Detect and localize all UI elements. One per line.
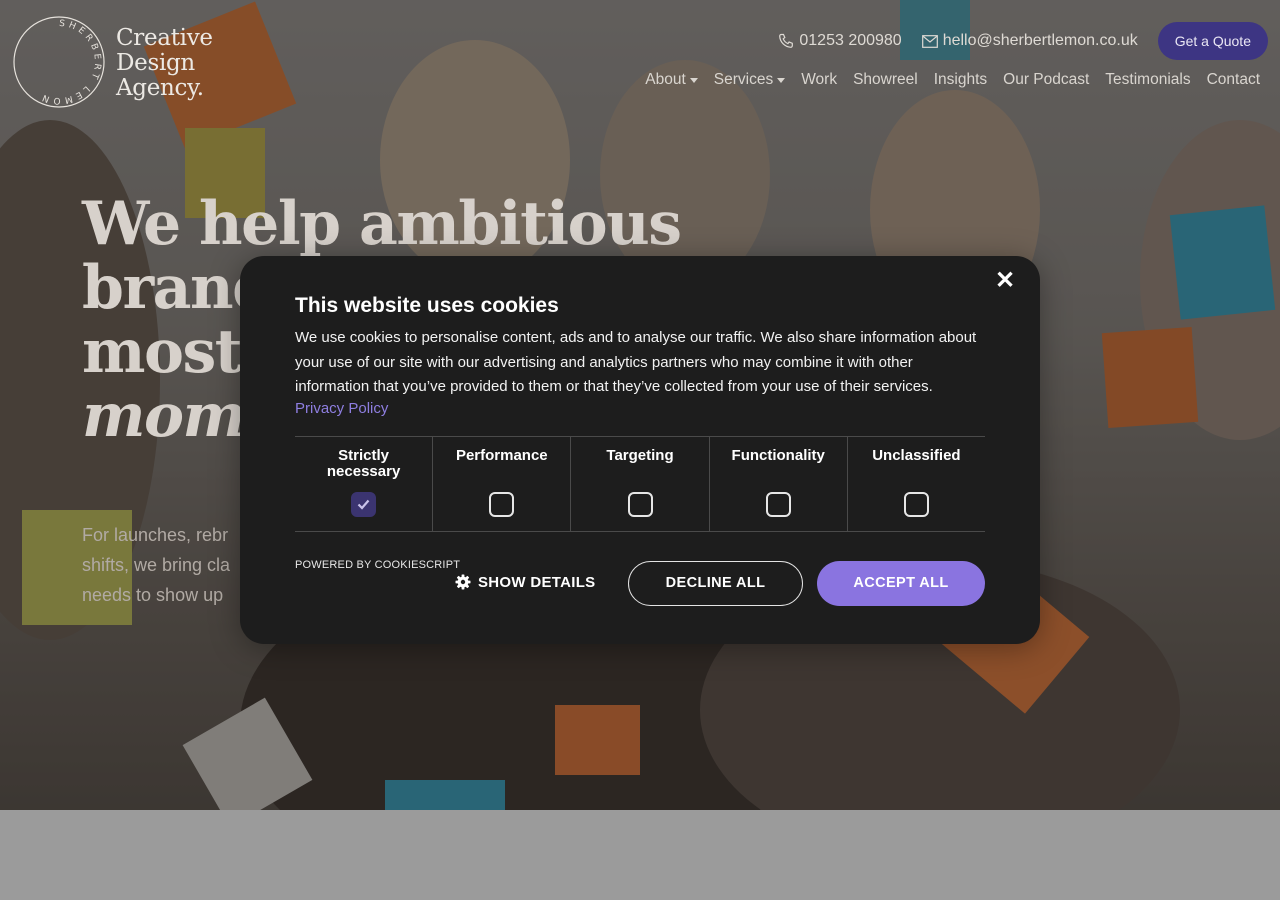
cookie-categories: Strictly necessary Performance Targeting…	[295, 435, 985, 532]
caret-down-icon	[689, 77, 698, 83]
category-unclassified: Unclassified	[846, 436, 985, 531]
category-label: Targeting	[606, 446, 674, 464]
nav-item-about[interactable]: About	[645, 71, 698, 89]
functionality-checkbox[interactable]	[765, 491, 791, 517]
nav-item-insights[interactable]: Insights	[934, 71, 987, 89]
nav-item-services[interactable]: Services	[713, 71, 786, 89]
phone-number: 01253 200980	[799, 32, 902, 49]
get-a-quote-button[interactable]: Get a Quote	[1157, 22, 1268, 60]
phone-link[interactable]: 01253 200980	[778, 32, 902, 50]
headline-line: We help ambitious	[82, 189, 682, 259]
decline-all-button[interactable]: DECLINE ALL	[628, 560, 803, 606]
category-strictly-necessary: Strictly necessary	[295, 437, 432, 531]
envelope-icon	[921, 34, 938, 48]
next-section	[0, 810, 1280, 900]
category-label: Strictly necessary	[326, 446, 401, 480]
checkmark-icon	[357, 499, 370, 510]
cookie-description: We use cookies to personalise content, a…	[295, 329, 977, 396]
logo-line: Design	[116, 50, 195, 76]
email-link[interactable]: hello@sherbertlemon.co.uk	[921, 32, 1138, 50]
nav-item-contact[interactable]: Contact	[1207, 71, 1260, 89]
email-address: hello@sherbertlemon.co.uk	[942, 32, 1138, 49]
logo-line: Agency.	[116, 75, 204, 101]
powered-by-cookiescript[interactable]: POWERED BY COOKIESCRIPT	[295, 559, 460, 571]
show-details-button[interactable]: SHOW DETAILS	[455, 574, 595, 591]
category-label: Unclassified	[872, 446, 961, 464]
category-performance: Performance	[432, 436, 570, 531]
category-label: Functionality	[731, 446, 825, 464]
performance-checkbox[interactable]	[489, 491, 515, 517]
nav-item-label: Services	[713, 71, 774, 88]
caret-down-icon	[777, 77, 786, 83]
close-button[interactable]: ✕	[992, 268, 1018, 294]
show-details-label: SHOW DETAILS	[478, 573, 596, 591]
category-functionality: Functionality	[708, 436, 847, 531]
sherbert-lemon-logo[interactable]: SHERBERT LEMON	[12, 16, 106, 108]
phone-icon	[779, 33, 794, 48]
cookie-actions: POWERED BY COOKIESCRIPT SHOW DETAILS DEC…	[295, 532, 985, 622]
unclassified-checkbox[interactable]	[903, 491, 929, 517]
logo-wordmark[interactable]: Creative Design Agency.	[116, 26, 213, 101]
logo-line: Creative	[116, 25, 213, 51]
cookie-title: This website uses cookies	[295, 294, 559, 317]
strictly-necessary-checkbox[interactable]	[351, 491, 377, 517]
targeting-checkbox[interactable]	[627, 491, 653, 517]
category-targeting: Targeting	[570, 436, 708, 531]
accept-all-button[interactable]: ACCEPT ALL	[817, 560, 985, 606]
gear-icon	[455, 574, 471, 590]
nav-item-showreel[interactable]: Showreel	[853, 71, 918, 89]
nav-item-work[interactable]: Work	[801, 71, 837, 89]
nav-item-label: About	[645, 71, 686, 88]
main-nav: About Services Work Showreel Insights Ou…	[645, 71, 1260, 89]
privacy-policy-link[interactable]: Privacy Policy	[295, 400, 388, 417]
category-label: Performance	[455, 446, 548, 464]
nav-item-testimonials[interactable]: Testimonials	[1105, 71, 1190, 89]
cookie-consent-dialog: ✕ This website uses cookies We use cooki…	[240, 256, 1040, 644]
nav-item-podcast[interactable]: Our Podcast	[1003, 71, 1089, 89]
header-contact: 01253 200980 hello@sherbertlemon.co.uk G…	[778, 22, 1268, 60]
